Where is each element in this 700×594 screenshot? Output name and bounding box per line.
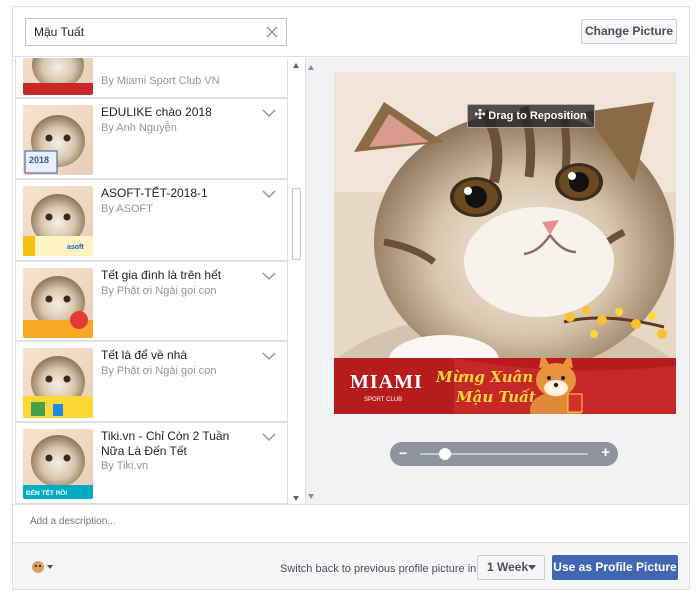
frame-author: By Miami Sport Club VN — [101, 75, 220, 87]
frame-title: ASOFT-TẾT-2018-1 — [101, 186, 208, 200]
frame-author: By Phật ơi Ngài gọi con — [101, 365, 217, 377]
caret-down-icon — [528, 565, 536, 570]
frame-thumbnail: 2018 — [23, 105, 93, 175]
greeting-line1: Mừng Xuân — [435, 368, 533, 386]
frame-list-item[interactable]: By Miami Sport Club VN — [15, 58, 288, 98]
close-icon[interactable] — [264, 24, 280, 40]
frame-title: Tiki.vn - Chỉ Còn 2 Tuần Nữa Là Đến Tết — [101, 429, 230, 458]
description-row — [13, 504, 689, 542]
zoom-track[interactable] — [420, 448, 588, 460]
frame-title: Tết gia đình là trên hết — [101, 268, 222, 282]
description-input[interactable] — [30, 516, 630, 527]
drag-label: Drag to Reposition — [488, 110, 587, 122]
chevron-down-icon[interactable] — [261, 350, 277, 362]
frame-title: EDULIKE chào 2018 — [101, 105, 212, 119]
dialog-footer: Switch back to previous profile picture … — [13, 542, 689, 589]
frame-list: By Miami Sport Club VN 2018 EDULIKE chào… — [13, 58, 304, 504]
avatar — [32, 561, 44, 573]
chevron-down-icon[interactable] — [261, 188, 277, 200]
frame-thumbnail — [23, 348, 93, 418]
switch-back-label: Switch back to previous profile picture … — [280, 563, 477, 575]
privacy-selector[interactable] — [31, 560, 59, 574]
frame-list-item[interactable]: Tết là để về nhà By Phật ơi Ngài gọi con — [15, 341, 288, 422]
zoom-in-icon[interactable]: + — [601, 444, 610, 461]
duration-dropdown[interactable]: 1 Week — [477, 555, 545, 580]
chevron-down-icon[interactable] — [261, 270, 277, 282]
frame-author: By Tiki.vn — [101, 460, 149, 472]
frame-thumbnail: ĐẾN TẾT RỒI — [23, 429, 93, 499]
frame-author: By Anh Nguyễn — [101, 122, 177, 134]
frame-list-item[interactable]: 2018 EDULIKE chào 2018 By Anh Nguyễn — [15, 98, 288, 179]
scrollbar-thumb[interactable] — [292, 188, 301, 260]
scroll-down-icon[interactable] — [292, 494, 300, 502]
profile-frame-dialog: Change Picture By Miami Sport Club VN 20… — [12, 6, 690, 590]
brand-sub: SPORT CLUB — [364, 397, 402, 403]
greeting-line2: Mậu Tuất — [455, 388, 536, 406]
frame-thumbnail — [23, 268, 93, 338]
zoom-out-icon[interactable]: − — [399, 445, 407, 461]
frame-search-box[interactable] — [25, 18, 287, 46]
frame-author: By ASOFT — [101, 203, 153, 215]
change-picture-button[interactable]: Change Picture — [581, 19, 677, 44]
frame-author: By Phật ơi Ngài gọi con — [101, 285, 217, 297]
frame-list-item[interactable]: ĐẾN TẾT RỒI Tiki.vn - Chỉ Còn 2 Tuần Nữa… — [15, 422, 288, 504]
chevron-down-icon[interactable] — [261, 431, 277, 443]
scroll-up-icon[interactable] — [292, 62, 300, 70]
frame-list-item[interactable]: Tết gia đình là trên hết By Phật ơi Ngài… — [15, 261, 288, 341]
move-icon — [474, 105, 486, 127]
frame-thumbnail — [23, 58, 93, 95]
scroll-up-icon[interactable] — [306, 64, 316, 72]
zoom-handle[interactable] — [438, 448, 451, 460]
frame-search-input[interactable] — [26, 19, 256, 45]
frame-list-scrollbar[interactable] — [289, 58, 303, 504]
duration-value: 1 Week — [487, 560, 529, 574]
scroll-down-icon[interactable] — [306, 492, 316, 500]
frame-thumbnail: asoft — [23, 186, 93, 256]
use-as-profile-picture-button[interactable]: Use as Profile Picture — [552, 555, 678, 580]
chevron-down-icon[interactable] — [261, 107, 277, 119]
svg-text:2018: 2018 — [29, 155, 49, 165]
frame-title: Tết là để về nhà — [101, 348, 188, 362]
brand-logo: MIAMI — [350, 371, 423, 393]
svg-text:asoft: asoft — [67, 244, 84, 251]
drag-to-reposition-button[interactable]: Drag to Reposition — [467, 104, 595, 128]
dialog-header: Change Picture — [13, 7, 689, 57]
frame-list-item[interactable]: asoft ASOFT-TẾT-2018-1 By ASOFT — [15, 179, 288, 261]
zoom-slider[interactable]: − + — [390, 442, 618, 466]
frame-banner: MIAMI SPORT CLUB Mừng Xuân Mậu Tuất — [334, 352, 676, 414]
profile-photo-preview[interactable]: Drag to Reposition MIAMI SPORT CLUB Mừng… — [334, 72, 676, 414]
preview-panel: Drag to Reposition MIAMI SPORT CLUB Mừng… — [305, 58, 689, 504]
